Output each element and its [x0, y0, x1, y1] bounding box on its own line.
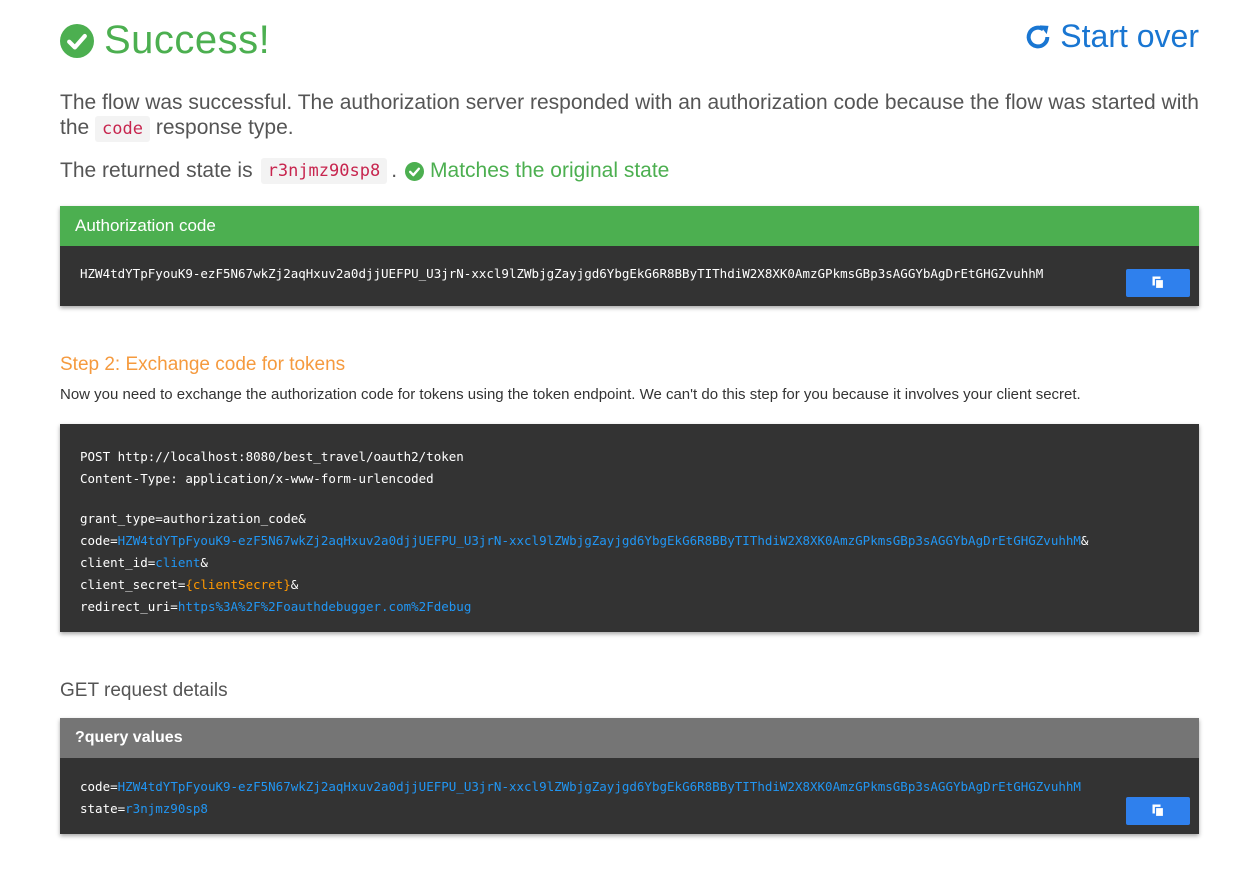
copy-icon: [1152, 804, 1164, 818]
content-type-line: Content-Type: application/x-www-form-url…: [80, 471, 434, 486]
redirect-uri-value: https%3A%2F%2Foauthdebugger.com%2Fdebug: [177, 599, 472, 614]
state-prefix: The returned state is: [60, 159, 253, 182]
client-secret-value: {clientSecret}: [185, 577, 291, 592]
query-state-key: state=: [80, 801, 126, 816]
query-values-card: ?query values code=HZW4tdYTpFyouK9-ezF5N…: [60, 718, 1199, 834]
start-over-label: Start over: [1060, 18, 1199, 54]
state-value: r3njmz90sp8: [260, 158, 388, 184]
authorization-code-body: HZW4tdYTpFyouK9-ezF5N67wkZj2aqHxuv2a0djj…: [60, 246, 1199, 306]
grant-type-line: grant_type=authorization_code&: [80, 511, 306, 526]
authorization-code-card: Authorization code HZW4tdYTpFyouK9-ezF5N…: [60, 206, 1199, 306]
success-title: Success!: [60, 18, 270, 63]
query-code-value: HZW4tdYTpFyouK9-ezF5N67wkZj2aqHxuv2a0djj…: [117, 779, 1081, 794]
get-request-details-title: GET request details: [60, 680, 228, 701]
code-param-value: HZW4tdYTpFyouK9-ezF5N67wkZj2aqHxuv2a0djj…: [117, 533, 1081, 548]
lead-text-after: response type.: [155, 116, 294, 139]
check-circle-icon: [405, 161, 425, 181]
authorization-code-value[interactable]: HZW4tdYTpFyouK9-ezF5N67wkZj2aqHxuv2a0djj…: [80, 266, 1043, 281]
check-circle-icon: [60, 23, 94, 58]
code-param-key: code=: [80, 533, 118, 548]
client-id-key: client_id=: [80, 555, 156, 570]
step-2-description: Now you need to exchange the authorizati…: [60, 386, 1081, 403]
copy-authorization-code-button[interactable]: [1126, 269, 1190, 297]
page-header: Success! Start over: [60, 18, 1199, 68]
query-values-body[interactable]: code=HZW4tdYTpFyouK9-ezF5N67wkZj2aqHxuv2…: [60, 758, 1199, 834]
copy-query-values-button[interactable]: [1126, 797, 1190, 825]
state-period: .: [391, 159, 398, 182]
token-request-body[interactable]: POST http://localhost:8080/best_travel/o…: [60, 424, 1199, 632]
response-type-code: code: [95, 116, 150, 142]
authorization-code-header: Authorization code: [60, 206, 1199, 246]
amp: &: [200, 555, 208, 570]
amp: &: [290, 577, 299, 592]
code-param-line: code=HZW4tdYTpFyouK9-ezF5N67wkZj2aqHxuv2…: [80, 530, 1179, 552]
step-2-title: Step 2: Exchange code for tokens: [60, 354, 346, 375]
query-code-line: code=HZW4tdYTpFyouK9-ezF5N67wkZj2aqHxuv2…: [80, 776, 1179, 798]
client-secret-key: client_secret=: [80, 577, 186, 592]
post-line: POST http://localhost:8080/best_travel/o…: [80, 449, 464, 464]
start-over-link[interactable]: Start over: [1024, 18, 1199, 55]
amp: &: [1080, 533, 1089, 548]
token-request-card: POST http://localhost:8080/best_travel/o…: [60, 424, 1199, 632]
copy-icon: [1152, 276, 1164, 290]
redirect-uri-line: redirect_uri=https%3A%2F%2Foauthdebugger…: [80, 596, 1179, 618]
query-state-line: state=r3njmz90sp8: [80, 798, 1179, 820]
redirect-uri-key: redirect_uri=: [80, 599, 178, 614]
success-message: The flow was successful. The authorizati…: [60, 90, 1200, 142]
client-secret-line: client_secret={clientSecret}&: [80, 574, 1179, 596]
query-code-key: code=: [80, 779, 118, 794]
query-state-value: r3njmz90sp8: [125, 801, 208, 816]
page-title: Success!: [104, 18, 271, 62]
client-id-value: client: [155, 555, 201, 570]
client-id-line: client_id=client&: [80, 552, 1179, 574]
refresh-icon: [1026, 24, 1050, 48]
state-match-text: Matches the original state: [430, 159, 670, 182]
state-line: The returned state is r3njmz90sp8 . Matc…: [60, 158, 669, 184]
query-values-header: ?query values: [60, 718, 1199, 758]
